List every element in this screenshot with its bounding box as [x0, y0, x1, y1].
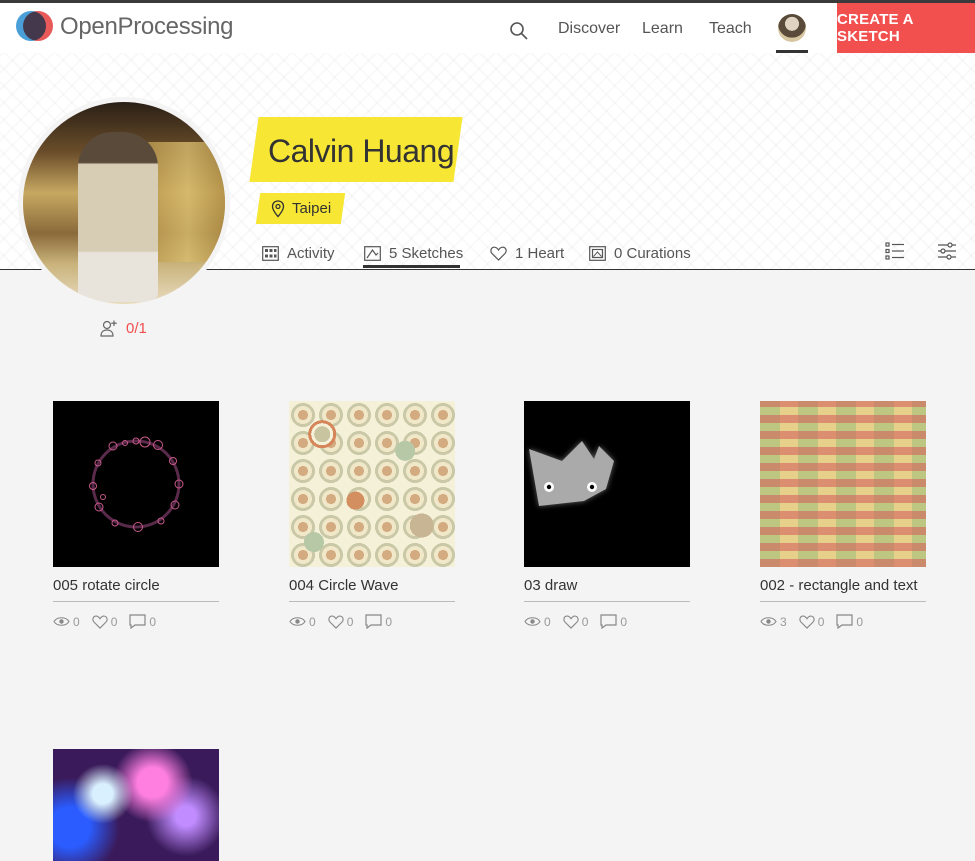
sketch-title[interactable]: 002 - rectangle and text	[760, 577, 926, 602]
sketch-stats: 0 0 0	[524, 614, 690, 629]
follow-count: 0/1	[126, 320, 147, 337]
tab-hearts[interactable]: 1 Heart	[490, 242, 564, 264]
hearts-stat[interactable]: 0	[328, 614, 354, 629]
search-icon[interactable]	[509, 21, 529, 41]
hearts-count: 0	[110, 614, 118, 629]
hearts-count: 0	[581, 614, 589, 629]
profile-avatar	[18, 97, 230, 309]
top-navbar: OpenProcessing Discover Learn Teach	[0, 3, 975, 53]
activity-icon	[262, 245, 279, 261]
views-count: 0	[544, 614, 551, 629]
hearts-stat[interactable]: 0	[799, 614, 825, 629]
tab-curations-label: 0 Curations	[614, 244, 691, 262]
comment-icon	[129, 614, 146, 629]
curations-icon	[589, 245, 606, 261]
sketch-thumbnail[interactable]	[760, 401, 926, 567]
heart-icon	[490, 246, 507, 261]
tab-curations[interactable]: 0 Curations	[589, 242, 691, 264]
logo-icon	[16, 11, 54, 43]
eye-icon	[53, 617, 70, 626]
hearts-stat[interactable]: 0	[563, 614, 589, 629]
follow-button[interactable]: 0/1	[100, 320, 147, 337]
hearts-stat[interactable]: 0	[92, 614, 118, 629]
heart-icon	[799, 615, 815, 629]
user-avatar[interactable]	[778, 14, 806, 42]
profile-location: Taipei	[292, 200, 332, 217]
views-stat: 0	[53, 615, 80, 629]
heart-icon	[92, 615, 108, 629]
comments-count: 0	[620, 614, 628, 629]
sketch-title[interactable]: 005 rotate circle	[53, 577, 219, 602]
sketch-card: 005 rotate circle 0 0 0	[53, 401, 219, 629]
location-pin-icon	[271, 200, 285, 218]
views-stat: 0	[289, 615, 316, 629]
comment-icon	[600, 614, 617, 629]
views-count: 0	[309, 614, 316, 629]
eye-icon	[289, 617, 306, 626]
nav-learn[interactable]: Learn	[642, 20, 683, 38]
heart-icon	[563, 615, 579, 629]
filter-settings-icon[interactable]	[937, 242, 957, 260]
sketch-stats: 3 0 0	[760, 614, 926, 629]
hearts-count: 0	[346, 614, 354, 629]
eye-icon	[760, 617, 777, 626]
comment-icon	[365, 614, 382, 629]
comments-stat[interactable]: 0	[129, 614, 156, 629]
sketch-title[interactable]: 03 draw	[524, 577, 690, 602]
sketch-card: 002 - rectangle and text 3 0 0	[760, 401, 926, 629]
hearts-count: 0	[817, 614, 825, 629]
tab-sketches-label: 5 Sketches	[389, 244, 464, 262]
sketch-thumbnail[interactable]	[524, 401, 690, 567]
sketch-stats: 0 0 0	[289, 614, 455, 629]
sketches-icon	[364, 245, 381, 261]
eye-icon	[524, 617, 541, 626]
tab-hearts-label: 1 Heart	[515, 244, 565, 262]
tab-activity-label: Activity	[287, 244, 335, 262]
tab-activity[interactable]: Activity	[262, 242, 335, 264]
tab-active-underline	[363, 265, 460, 268]
views-stat: 3	[760, 615, 787, 629]
sketch-title[interactable]: 004 Circle Wave	[289, 577, 455, 602]
sketch-stats: 0 0 0	[53, 614, 219, 629]
add-user-icon	[100, 320, 117, 337]
views-stat: 0	[524, 615, 551, 629]
sketch-card: 004 Circle Wave 0 0 0	[289, 401, 455, 629]
tab-sketches[interactable]: 5 Sketches	[364, 242, 463, 264]
comments-stat[interactable]: 0	[836, 614, 863, 629]
nav-discover[interactable]: Discover	[558, 20, 620, 38]
comments-stat[interactable]: 0	[365, 614, 392, 629]
sketch-thumbnail[interactable]	[289, 401, 455, 567]
heart-icon	[328, 615, 344, 629]
sketch-card: 03 draw 0 0 0	[524, 401, 690, 629]
sketch-thumbnail[interactable]	[53, 749, 219, 861]
create-sketch-button[interactable]: CREATE A SKETCH	[837, 3, 975, 53]
views-count: 3	[780, 614, 787, 629]
comments-stat[interactable]: 0	[600, 614, 627, 629]
comment-icon	[836, 614, 853, 629]
comments-count: 0	[856, 614, 864, 629]
comments-count: 0	[385, 614, 393, 629]
sketch-thumbnail[interactable]	[53, 401, 219, 567]
logo-text: OpenProcessing	[60, 13, 234, 40]
list-view-icon[interactable]	[885, 242, 905, 260]
logo[interactable]: OpenProcessing	[16, 11, 234, 43]
nav-teach[interactable]: Teach	[709, 20, 752, 38]
sketch-card	[53, 749, 219, 861]
profile-name: Calvin Huang	[268, 133, 455, 169]
views-count: 0	[73, 614, 80, 629]
comments-count: 0	[149, 614, 157, 629]
